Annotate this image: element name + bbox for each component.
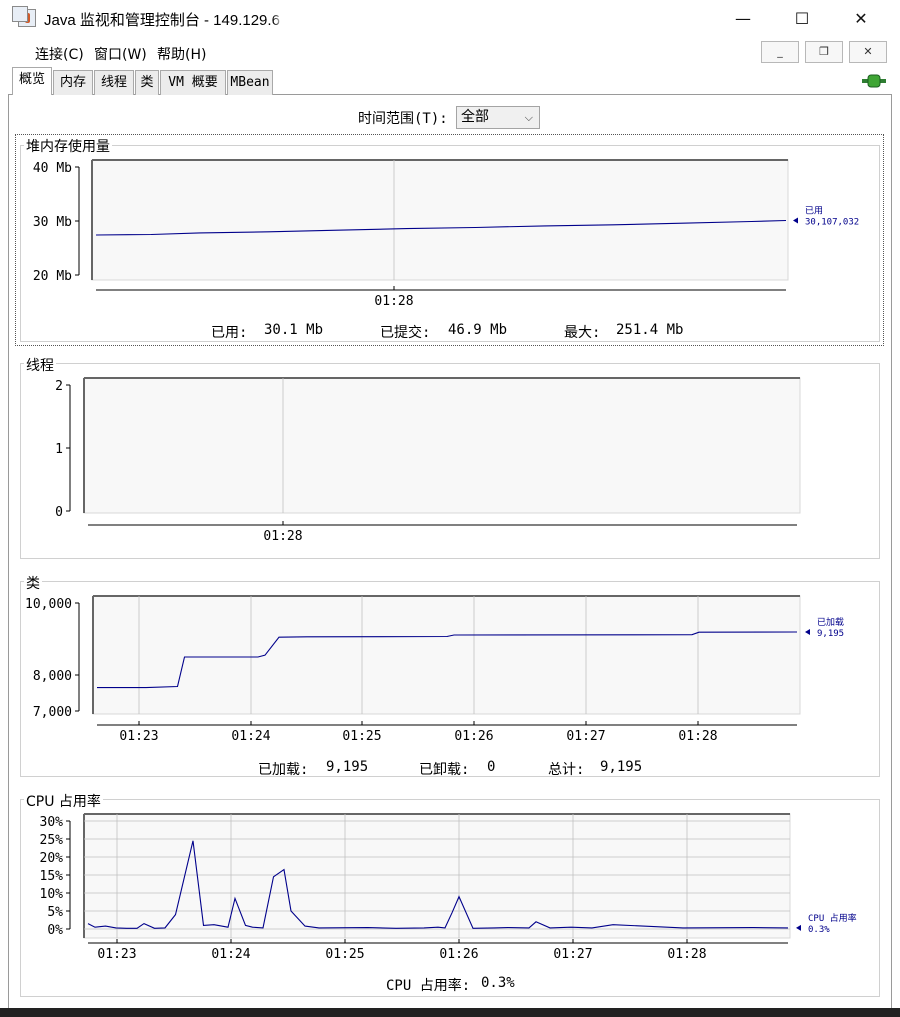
y-tick-label: 0% [47, 923, 63, 938]
y-tick-label: 25% [40, 833, 64, 848]
x-tick-label: 01:27 [553, 947, 592, 962]
taskbar-strip [0, 1008, 900, 1017]
legend-series-name: CPU 占用率 [808, 912, 857, 924]
plot-area [83, 813, 791, 939]
x-tick-label: 01:28 [667, 947, 706, 962]
y-tick-label: 10% [40, 887, 64, 902]
x-tick-label: 01:23 [97, 947, 136, 962]
cpu-usage-value: 0.3% [481, 975, 515, 991]
x-tick-label: 01:25 [325, 947, 364, 962]
y-tick-label: 30% [40, 815, 64, 830]
x-tick-label: 01:26 [439, 947, 478, 962]
legend-marker [796, 924, 801, 931]
y-tick-label: 5% [47, 905, 63, 920]
cpu-chart: 30% 25% 20% 15% 10% 5% 0% 01:23 01:24 01:25 01:26 0… [40, 813, 857, 962]
y-tick-label: 20% [40, 851, 64, 866]
window-edge [892, 95, 900, 1008]
legend-series-value: 0.3% [808, 925, 830, 935]
cpu-usage-label: CPU 占用率: [386, 978, 471, 994]
x-tick-label: 01:24 [211, 947, 250, 962]
y-tick-label: 15% [40, 869, 64, 884]
